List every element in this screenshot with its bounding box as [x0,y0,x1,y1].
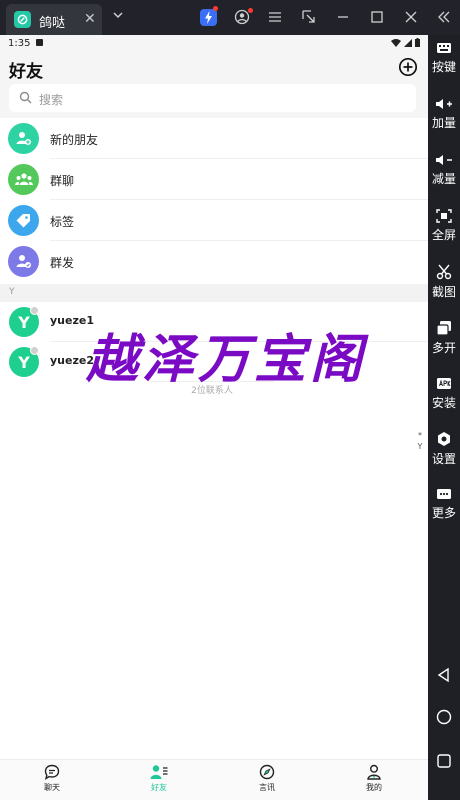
page-title: 好友 [9,62,43,82]
home-nav-icon[interactable] [436,709,452,725]
search-area: 搜索 [0,83,428,119]
sidebar-item-label: 安装 [431,396,456,410]
presence-indicator [30,306,39,315]
search-icon [19,91,32,104]
page-header: 好友 [0,53,428,83]
menu-group-chats[interactable]: 群聊 [0,159,428,200]
sidebar-item-label: 加量 [431,116,456,130]
scissors-icon [436,264,452,280]
sidebar-item-label: 全屏 [431,228,456,242]
volume-up-icon [436,99,452,109]
boost-icon[interactable] [199,6,218,26]
gear-icon [438,432,450,446]
tab-chat[interactable]: 聊天 [22,764,82,793]
menu-tags[interactable]: 标签 [0,200,428,241]
close-icon[interactable] [402,8,420,26]
volume-down-icon [436,155,452,165]
more-icon [437,489,451,499]
search-placeholder: 搜索 [39,93,64,107]
sidebar-item-install[interactable]: 安装 [428,375,460,411]
tag-icon [8,205,39,236]
menu-icon[interactable] [266,8,284,26]
menu-label: 群发 [50,256,75,270]
android-status-bar: 1:35 [0,35,428,53]
sidebar-item-label: 设置 [431,452,456,466]
avatar-initial: Y [18,312,30,332]
recents-nav-icon[interactable] [436,753,452,769]
bottom-nav: 聊天 好友 言讯 我的 [0,759,428,800]
sidebar-item-label: 多开 [431,341,456,355]
section-header: Y [0,284,428,302]
sidebar-item-screenshot[interactable]: 截图 [428,264,460,300]
fullscreen-icon [436,209,452,223]
nav-label: 聊天 [44,783,60,792]
sidebar-item-volume-up[interactable]: 加量 [428,97,460,131]
menu-label: 新的朋友 [50,133,99,147]
keyboard-icon [437,43,451,53]
search-input[interactable]: 搜索 [9,84,416,112]
signal-icon [404,38,412,47]
minimize-icon[interactable] [334,8,352,26]
menu-label: 标签 [50,215,75,229]
sidebar-item-label: 截图 [431,285,456,299]
friends-icon [150,765,168,779]
app-logo-icon [14,11,31,28]
sidebar-item-label: 按键 [431,60,456,74]
status-time: 1:35 [8,38,31,49]
menu-new-friends[interactable]: 新的朋友 [0,118,428,159]
wifi-icon [391,38,401,47]
chevron-down-icon[interactable] [112,9,124,21]
index-letter[interactable]: Y [414,441,426,452]
avatar-initial: Y [18,352,30,372]
sidebar-item-more[interactable]: 更多 [428,487,460,521]
sidebar-item-label: 更多 [431,506,456,520]
broadcast-icon [8,246,39,277]
sidebar-item-fullscreen[interactable]: 全屏 [428,209,460,243]
sidebar-item-volume-down[interactable]: 减量 [428,153,460,187]
app-tab[interactable]: 鸽哒 ✕ [6,4,102,35]
alphabet-index-bar[interactable]: * Y [414,430,426,452]
group-chat-icon [8,164,39,195]
tab-friends[interactable]: 好友 [129,764,189,793]
tab-close-icon[interactable]: ✕ [84,11,96,27]
add-friend-icon[interactable] [398,57,418,77]
back-nav-icon[interactable] [436,667,452,683]
new-friend-icon [8,123,39,154]
notification-dot [248,8,253,13]
discover-icon [259,764,275,780]
status-icons [391,38,420,47]
collapse-sidebar-icon[interactable] [435,8,453,26]
tab-discover[interactable]: 言讯 [237,764,297,793]
sidebar-item-multi-instance[interactable]: 多开 [428,320,460,356]
sidebar-item-settings[interactable]: 设置 [428,431,460,467]
menu-broadcast[interactable]: 群发 [0,241,428,282]
phone-screen: 1:35 好友 搜索 新的朋友 群聊 标签 群发 Y Y yueze1 Y yu… [0,35,428,800]
maximize-icon[interactable] [368,8,386,26]
index-star[interactable]: * [414,430,426,441]
profile-icon [367,764,381,780]
watermark-text: 越泽万宝阁 [86,330,367,390]
menu-label: 群聊 [50,174,75,188]
nav-label: 好友 [151,783,167,792]
section-letter: Y [9,287,15,297]
nav-label: 言讯 [259,783,275,792]
emulator-sidebar: 按键 加量 减量 全屏 截图 多开 安装 设置 更多 [428,35,460,800]
multi-instance-icon [436,321,451,336]
pin-window-icon[interactable] [300,8,318,26]
tab-me[interactable]: 我的 [344,764,404,793]
sidebar-item-keys[interactable]: 按键 [428,41,460,75]
emulator-titlebar: 鸽哒 ✕ [0,0,460,35]
sidebar-item-label: 减量 [431,172,456,186]
chat-icon [44,764,60,780]
tab-title: 鸽哒 [39,16,66,31]
sim-icon [36,39,43,46]
account-icon[interactable] [233,8,253,26]
battery-icon [415,38,420,47]
apk-install-icon [437,378,451,389]
nav-label: 我的 [366,783,382,792]
notification-dot [213,6,218,11]
presence-indicator [30,346,39,355]
